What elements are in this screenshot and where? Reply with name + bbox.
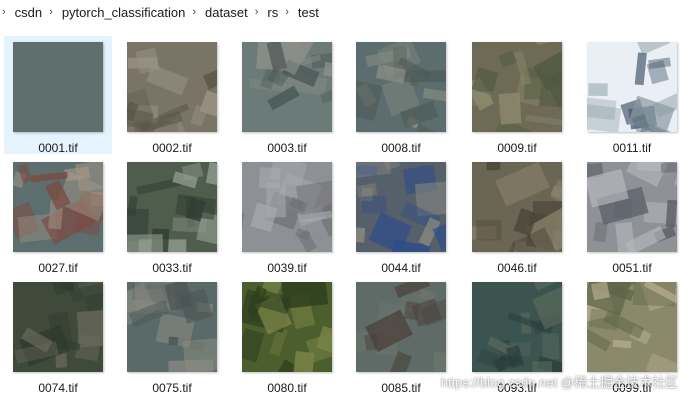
file-item[interactable]: 0002.tif [118,36,226,155]
file-item[interactable]: 0080.tif [233,276,341,395]
file-name: 0099.tif [612,381,652,395]
image-thumbnail [587,282,677,372]
breadcrumb-item[interactable]: dataset [205,5,248,20]
file-name: 0085.tif [381,381,421,395]
file-item[interactable]: 0008.tif [347,36,455,155]
image-thumbnail [13,162,103,252]
file-item[interactable]: 0074.tif [4,276,112,395]
file-name: 0009.tif [497,141,537,155]
file-name: 0080.tif [267,381,307,395]
file-item[interactable]: 0011.tif [578,36,686,155]
file-item[interactable]: 0039.tif [233,156,341,275]
image-thumbnail [127,162,217,252]
image-thumbnail [356,162,446,252]
file-name: 0044.tif [381,261,421,275]
file-name: 0074.tif [38,381,78,395]
chevron-right-icon[interactable]: › [248,6,268,18]
file-name: 0011.tif [612,141,652,155]
file-name: 0093.tif [497,381,537,395]
breadcrumb: › csdn › pytorch_classification › dataset › rs ›… [0,0,690,24]
file-name: 0033.tif [152,261,192,275]
image-thumbnail [472,282,562,372]
file-item[interactable]: 0051.tif [578,156,686,275]
file-item[interactable]: 0046.tif [463,156,571,275]
image-thumbnail [242,42,332,132]
file-item[interactable]: 0085.tif [347,276,455,395]
file-name: 0039.tif [267,261,307,275]
image-thumbnail [127,42,217,132]
file-item[interactable]: 0009.tif [463,36,571,155]
file-name: 0003.tif [267,141,307,155]
file-name: 0001.tif [38,141,78,155]
image-thumbnail [356,42,446,132]
file-name: 0002.tif [152,141,192,155]
file-item[interactable]: 0075.tif [118,276,226,395]
image-thumbnail [242,162,332,252]
breadcrumb-item[interactable]: test [298,5,319,20]
file-item[interactable]: 0093.tif [463,276,571,395]
chevron-right-icon[interactable]: › [42,6,62,18]
image-thumbnail [356,282,446,372]
file-item[interactable]: 0099.tif [578,276,686,395]
chevron-right-icon[interactable]: › [185,6,205,18]
image-thumbnail [242,282,332,372]
breadcrumb-item[interactable]: pytorch_classification [62,5,186,20]
file-item[interactable]: 0033.tif [118,156,226,275]
file-name: 0075.tif [152,381,192,395]
image-thumbnail [472,42,562,132]
file-item[interactable]: 0027.tif [4,156,112,275]
file-name: 0008.tif [381,141,421,155]
chevron-right-icon[interactable]: › [2,6,15,18]
file-name: 0046.tif [497,261,537,275]
image-thumbnail [13,282,103,372]
breadcrumb-item[interactable]: csdn [15,5,42,20]
file-name: 0051.tif [612,261,652,275]
file-item[interactable]: 0044.tif [347,156,455,275]
image-thumbnail [127,282,217,372]
chevron-right-icon[interactable]: › [278,6,298,18]
image-thumbnail [587,162,677,252]
image-thumbnail [13,42,103,132]
file-name: 0027.tif [38,261,78,275]
file-item[interactable]: 0001.tif [4,36,112,155]
image-thumbnail [472,162,562,252]
file-item[interactable]: 0003.tif [233,36,341,155]
image-thumbnail [587,42,677,132]
breadcrumb-item[interactable]: rs [267,5,278,20]
